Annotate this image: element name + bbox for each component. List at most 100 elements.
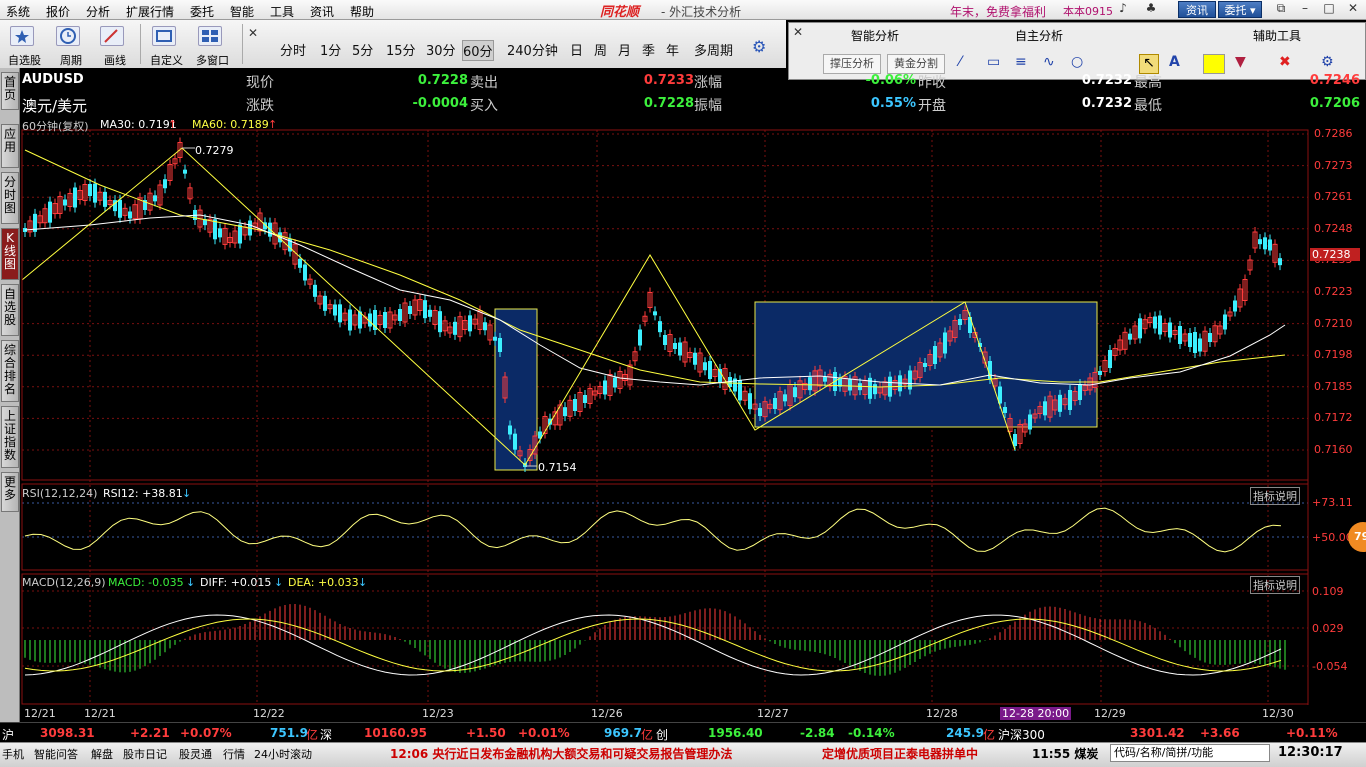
cy-volume: 245.9: [946, 726, 984, 740]
candle-body: [348, 309, 352, 331]
date-label: 12/29: [1094, 707, 1126, 720]
hs300-pct: +0.11%: [1286, 726, 1338, 740]
candle-body: [103, 191, 107, 207]
candle-body: [908, 370, 912, 390]
price-axis-label: 0.7210: [1314, 316, 1353, 330]
candle-body: [1208, 333, 1212, 342]
candle-body: [1268, 239, 1272, 251]
candle-body: [773, 398, 777, 409]
candle-body: [1223, 314, 1227, 330]
date-label: 12/23: [422, 707, 454, 720]
ma60-up-arrow-icon: ↑: [268, 118, 278, 131]
date-label: 12/27: [757, 707, 789, 720]
status-tab-qa[interactable]: 智能问答: [34, 746, 78, 762]
kline-chart[interactable]: [0, 0, 1366, 767]
candle-body: [1188, 333, 1192, 347]
rsi-line: [24, 507, 1282, 553]
diff-value: DIFF: +0.015: [200, 576, 272, 589]
candle-body: [1068, 390, 1072, 410]
date-label: 12/26: [591, 707, 623, 720]
cy-label: 创: [656, 728, 669, 742]
candle-body: [508, 425, 512, 435]
candle-body: [1258, 239, 1262, 245]
macd-explain-button[interactable]: 指标说明: [1250, 576, 1300, 594]
candle-body: [493, 336, 497, 341]
macd-axis-top: 0.109: [1312, 585, 1344, 598]
candle-body: [303, 264, 307, 281]
news-headline-3[interactable]: 11:55 煤炭: [1032, 745, 1098, 762]
candle-body: [73, 187, 77, 208]
dea-down-arrow-icon: ↓: [358, 576, 368, 589]
candle-body: [93, 183, 97, 203]
status-bar: 手机 智能问答 解盘 股市日记 股灵通 行情 24小时滚动 12:06 央行近日…: [0, 742, 1366, 767]
sz-pct: +0.01%: [518, 726, 570, 740]
candle-body: [383, 312, 387, 328]
candle-body: [498, 338, 502, 352]
candle-body: [873, 384, 877, 395]
rsi-panel-border: [21, 483, 1309, 571]
sz-volume-unit: 亿: [641, 728, 654, 742]
candle-body: [1158, 315, 1162, 335]
price-axis-label: 0.7160: [1314, 443, 1353, 456]
candle-body: [163, 179, 167, 189]
sh-label: 沪: [2, 728, 15, 742]
candle-body: [583, 395, 587, 403]
candle-body: [1028, 414, 1032, 430]
candle-body: [658, 321, 662, 333]
candle-body: [603, 380, 607, 395]
news-headline-1[interactable]: 12:06 央行近日发布金融机构大额交易和可疑交易报告管理办法: [390, 745, 732, 762]
candle-body: [338, 304, 342, 323]
hs300-change: +3.66: [1200, 726, 1240, 740]
candle-body: [848, 379, 852, 391]
candle-body: [468, 315, 472, 332]
candle-body: [653, 311, 657, 316]
candle-body: [573, 399, 577, 411]
status-tab-24h[interactable]: 24小时滚动: [254, 746, 312, 762]
candle-body: [118, 199, 122, 218]
candle-body: [1078, 384, 1082, 400]
price-axis-label: 0.7185: [1314, 379, 1353, 393]
candle-body: [613, 377, 617, 388]
candle-body: [1193, 332, 1197, 353]
date-label: 12/22: [253, 707, 285, 720]
candle-body: [708, 361, 712, 379]
date-label: 12/21: [84, 707, 116, 720]
candle-body: [693, 352, 697, 365]
rsi-axis-mid: +50.00: [1312, 531, 1353, 544]
status-tab-market[interactable]: 行情: [223, 746, 245, 762]
macd-down-arrow-icon: ↓: [186, 576, 196, 589]
main-panel-border: [21, 129, 1309, 481]
code-search-input[interactable]: 代码/名称/简拼/功能: [1110, 744, 1270, 762]
sz-label: 深: [320, 728, 333, 742]
news-headline-2[interactable]: 定增优质项目正泰电器拼单中: [822, 745, 978, 762]
low-annotation: 0.7154: [538, 461, 577, 474]
status-tab-mobile[interactable]: 手机: [2, 746, 24, 762]
rsi-explain-button[interactable]: 指标说明: [1250, 487, 1300, 505]
candle-body: [408, 306, 412, 314]
candle-body: [1058, 394, 1062, 412]
cy-value: 1956.40: [708, 726, 763, 740]
candle-body: [943, 332, 947, 354]
candle-body: [1003, 407, 1007, 413]
candle-body: [638, 329, 642, 346]
candle-body: [1043, 401, 1047, 416]
cursor-date-label: 12-28 20:00: [1000, 707, 1072, 720]
price-axis-label: 0.7223: [1314, 285, 1353, 298]
candle-body: [673, 343, 677, 349]
candle-body: [1108, 350, 1112, 368]
status-tab-commentary[interactable]: 解盘: [91, 746, 113, 762]
ma60-label: MA60: 0.7189: [192, 118, 269, 131]
price-axis-label: 0.7172: [1314, 411, 1353, 425]
status-tab-stockpal[interactable]: 股灵通: [179, 746, 212, 762]
candle-body: [793, 387, 797, 398]
macd-axis-low: -0.054: [1312, 660, 1348, 673]
candle-body: [1263, 237, 1267, 250]
candle-body: [423, 300, 427, 319]
candle-body: [1178, 326, 1182, 344]
price-axis-label: 0.7248: [1314, 221, 1353, 235]
sh-pct: +0.07%: [180, 726, 232, 740]
candle-body: [428, 309, 432, 317]
status-tab-diary[interactable]: 股市日记: [123, 746, 167, 762]
candle-body: [218, 228, 222, 238]
index-ticker: 沪 3098.31 +2.21 +0.07% 751.9 亿 深 10160.9…: [0, 722, 1366, 742]
